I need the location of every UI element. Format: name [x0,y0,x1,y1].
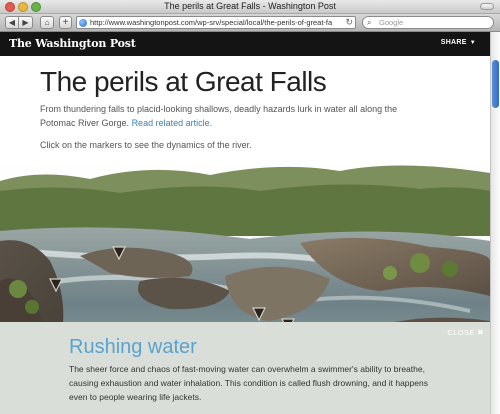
globe-icon [79,19,87,27]
scrollbar-thumb[interactable] [492,60,499,108]
close-panel-button[interactable]: CLOSE ✖ [447,328,484,337]
instructions-text: Click on the markers to see the dynamics… [40,140,252,150]
search-icon: ⌕ [367,18,372,27]
hazard-title: Rushing water [69,336,197,358]
home-button[interactable]: ⌂ [40,16,54,29]
washington-post-logo[interactable]: The Washington Post [9,37,136,50]
window-titlebar: The perils at Great Falls - Washington P… [0,0,500,14]
related-article-link[interactable]: Read related article. [132,118,213,128]
reload-icon[interactable]: ↻ [345,17,353,28]
site-header: The Washington Post SHARE ▼ [0,32,490,56]
toolbar-toggle-button[interactable] [480,3,494,10]
forward-arrow-icon: ▶ [22,18,29,27]
search-placeholder: Google [379,18,404,27]
article-dek: From thundering falls to placid-looking … [40,102,400,130]
home-icon: ⌂ [44,18,50,27]
share-label: SHARE [440,39,467,46]
hazard-description: The sheer force and chaos of fast-moving… [69,364,428,402]
add-bookmark-button[interactable]: + [59,16,72,29]
search-input[interactable]: ⌕ Google [362,16,494,29]
back-arrow-icon: ◀ [8,18,16,27]
plus-icon: + [62,17,69,28]
url-bar[interactable]: http://www.washingtonpost.com/wp-srv/spe… [76,16,356,29]
dek-text: From thundering falls to placid-looking … [40,104,398,128]
back-button[interactable]: ◀ [5,16,19,29]
url-text: http://www.washingtonpost.com/wp-srv/spe… [90,18,333,27]
browser-toolbar: ◀ ▶ ⌂ + http://www.washingtonpost.com/wp… [0,14,500,32]
window-title: The perils at Great Falls - Washington P… [164,1,336,11]
page-title: The perils at Great Falls [40,66,327,97]
chevron-down-icon: ▼ [469,40,476,46]
forward-button[interactable]: ▶ [19,16,33,29]
vertical-scrollbar[interactable] [490,32,500,414]
share-button[interactable]: SHARE ▼ [441,39,476,46]
hazard-info-panel: CLOSE ✖ Rushing water The sheer force an… [0,322,490,414]
